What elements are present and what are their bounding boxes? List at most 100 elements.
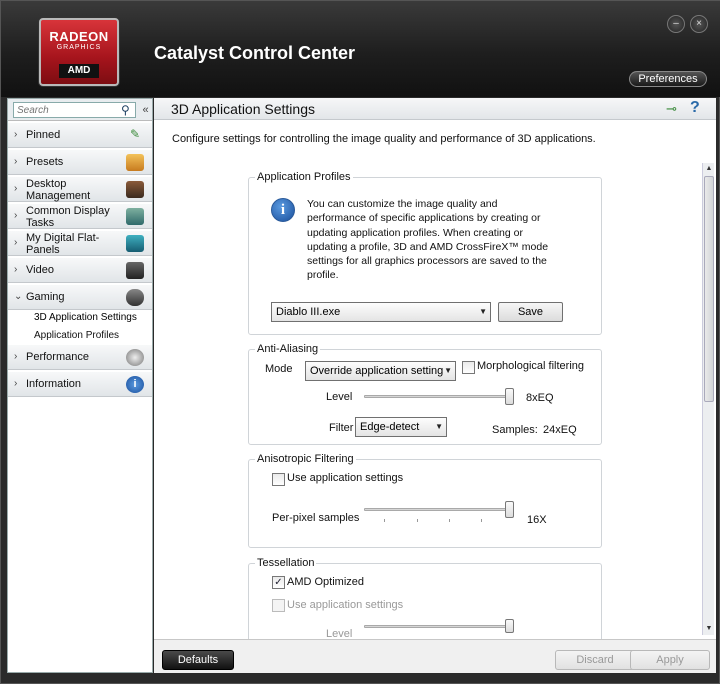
slider-track xyxy=(364,625,514,628)
chevron-right-icon: › xyxy=(14,264,18,275)
pin-icon: ✎ xyxy=(129,127,141,141)
sidebar-item-label: Performance xyxy=(26,351,89,363)
sidebar: ⚲ « › Pinned ✎ › Presets › Desktop Manag… xyxy=(7,98,153,673)
chevron-right-icon: › xyxy=(14,183,18,194)
group-title: Anti-Aliasing xyxy=(255,343,321,355)
level-label: Level xyxy=(326,391,353,403)
logo-maker-text: AMD xyxy=(59,64,99,78)
amd-optimized-label: AMD Optimized xyxy=(287,576,365,588)
gamepad-icon xyxy=(126,289,144,306)
slider-thumb[interactable] xyxy=(505,388,514,405)
slider-thumb[interactable] xyxy=(505,501,514,518)
info-text: You can customize the image quality and … xyxy=(307,198,549,282)
flat-panel-icon xyxy=(126,235,144,252)
anti-aliasing-group: Anti-Aliasing Mode Override application … xyxy=(248,343,602,445)
sidebar-item-label: My Digital Flat-Panels xyxy=(26,232,100,256)
preferences-button[interactable]: Preferences xyxy=(629,71,707,87)
sidebar-item-digital-flat-panels[interactable]: › My Digital Flat-Panels xyxy=(8,231,152,256)
chevron-right-icon: › xyxy=(14,237,18,248)
sidebar-item-label: Presets xyxy=(26,156,64,168)
sidebar-item-presets[interactable]: › Presets xyxy=(8,150,152,175)
radeon-logo: RADEON GRAPHICS AMD xyxy=(39,18,119,86)
sidebar-item-information[interactable]: › Information i xyxy=(8,372,152,397)
sidebar-item-label: Desktop Management xyxy=(26,178,91,202)
sidebar-subitem-3d-application-settings[interactable]: 3D Application Settings xyxy=(34,312,137,323)
video-camera-icon xyxy=(126,262,144,279)
sidebar-item-performance[interactable]: › Performance xyxy=(8,345,152,370)
tessellation-use-app-checkbox[interactable] xyxy=(272,599,285,612)
app-title: Catalyst Control Center xyxy=(154,43,356,63)
aa-mode-select[interactable]: Override application setting ▼ xyxy=(305,361,456,381)
page-title: 3D Application Settings xyxy=(171,101,315,117)
samples-value: 24xEQ xyxy=(543,424,577,436)
gauge-icon xyxy=(126,349,144,366)
display-tasks-icon xyxy=(126,208,144,225)
save-button[interactable]: Save xyxy=(498,302,563,322)
anisotropic-filtering-group: Anisotropic Filtering Use application se… xyxy=(248,453,602,548)
collapse-sidebar-button[interactable]: « xyxy=(139,102,152,118)
per-pixel-samples-value: 16X xyxy=(527,514,547,526)
chevron-right-icon: › xyxy=(14,129,18,140)
search-icon[interactable]: ⚲ xyxy=(121,103,135,117)
sidebar-item-gaming[interactable]: ⌄ Gaming xyxy=(8,285,152,310)
defaults-button[interactable]: Defaults xyxy=(162,650,234,670)
anisotropic-use-app-label: Use application settings xyxy=(287,472,404,484)
sidebar-subitem-application-profiles[interactable]: Application Profiles xyxy=(34,330,119,341)
page-description: Configure settings for controlling the i… xyxy=(172,133,596,145)
chevron-right-icon: › xyxy=(14,210,18,221)
anisotropic-use-app-checkbox[interactable] xyxy=(272,473,285,486)
desktop-management-icon xyxy=(126,181,144,198)
presets-icon xyxy=(126,154,144,171)
aa-filter-select[interactable]: Edge-detect ▼ xyxy=(355,417,447,437)
aa-filter-value: Edge-detect xyxy=(360,421,420,433)
chevron-right-icon: › xyxy=(14,378,18,389)
profile-select[interactable]: Diablo III.exe ▼ xyxy=(271,302,491,322)
slider-tick xyxy=(481,519,482,522)
filter-label: Filter xyxy=(329,422,354,434)
slider-thumb[interactable] xyxy=(505,619,514,633)
slider-tick xyxy=(417,519,418,522)
amd-optimized-checkbox[interactable]: ✓ xyxy=(272,576,285,589)
search-input[interactable] xyxy=(13,102,136,118)
search-row: ⚲ « xyxy=(8,99,152,121)
sidebar-item-video[interactable]: › Video xyxy=(8,258,152,283)
morphological-filtering-checkbox[interactable] xyxy=(462,361,475,374)
minimize-button[interactable]: – xyxy=(667,15,685,33)
chevron-right-icon: › xyxy=(14,351,18,362)
per-pixel-samples-label: Per-pixel samples xyxy=(272,512,360,524)
scroll-thumb[interactable] xyxy=(704,176,714,402)
sidebar-item-label: Video xyxy=(26,264,54,276)
help-icon[interactable]: ? xyxy=(690,99,700,117)
sidebar-item-label: Gaming xyxy=(26,291,65,303)
sidebar-item-label: Pinned xyxy=(26,129,61,141)
info-icon: i xyxy=(271,198,295,222)
aa-level-value: 8xEQ xyxy=(526,392,554,404)
slider-tick xyxy=(449,519,450,522)
tessellation-use-app-label: Use application settings xyxy=(287,599,404,611)
main-panel: 3D Application Settings ⊸ ? Configure se… xyxy=(154,98,716,673)
chevron-down-icon: ⌄ xyxy=(14,291,23,302)
sidebar-item-label: Common Display Tasks xyxy=(26,205,110,229)
sidebar-item-common-display-tasks[interactable]: › Common Display Tasks xyxy=(8,204,152,229)
group-title: Application Profiles xyxy=(255,171,353,183)
apply-button[interactable]: Apply xyxy=(630,650,710,670)
logo-sub-text: GRAPHICS xyxy=(56,44,102,51)
sidebar-item-pinned[interactable]: › Pinned ✎ xyxy=(8,123,152,148)
main-header: 3D Application Settings ⊸ ? xyxy=(154,98,716,120)
title-bar: RADEON GRAPHICS AMD Catalyst Control Cen… xyxy=(1,1,720,97)
scroll-up-icon[interactable]: ▲ xyxy=(703,163,715,175)
samples-label: Samples: xyxy=(492,424,538,436)
main-scrollbar[interactable]: ▲ ▼ xyxy=(702,163,714,635)
bottom-bar: Defaults Discard Apply xyxy=(154,639,716,673)
pin-page-icon[interactable]: ⊸ xyxy=(666,101,677,117)
sidebar-item-desktop-management[interactable]: › Desktop Management xyxy=(8,177,152,202)
info-icon: i xyxy=(126,376,144,393)
aa-mode-value: Override application setting xyxy=(310,365,444,377)
group-title: Tessellation xyxy=(255,557,317,569)
dropdown-arrow-icon: ▼ xyxy=(479,307,487,316)
slider-track xyxy=(364,508,514,511)
chevron-right-icon: › xyxy=(14,156,18,167)
scroll-down-icon[interactable]: ▼ xyxy=(703,623,715,635)
discard-button[interactable]: Discard xyxy=(555,650,635,670)
close-button[interactable]: × xyxy=(690,15,708,33)
